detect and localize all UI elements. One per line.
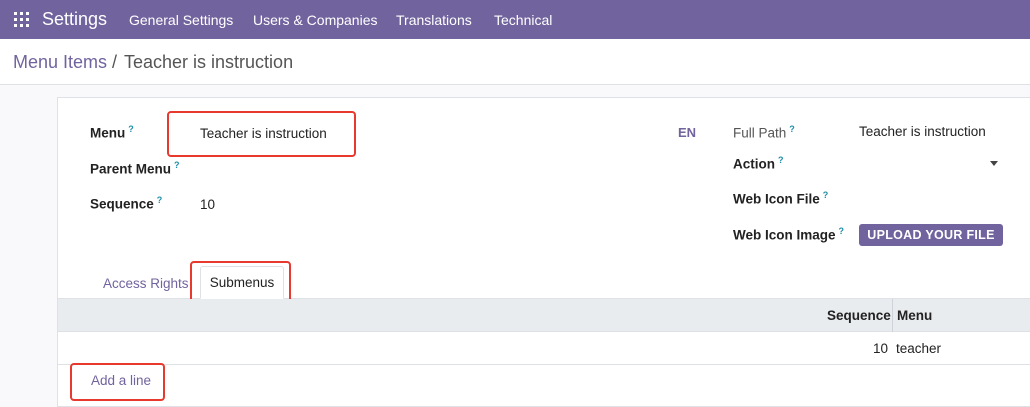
sequence-label: Sequence? [90, 195, 163, 212]
help-icon[interactable]: ? [839, 226, 845, 236]
upload-file-button[interactable]: UPLOAD YOUR FILE [859, 224, 1003, 246]
action-field[interactable] [859, 155, 984, 173]
menu-users-companies[interactable]: Users & Companies [253, 12, 378, 28]
apps-grid-icon[interactable] [14, 12, 29, 27]
sequence-field[interactable]: 10 [200, 197, 215, 212]
parent-menu-field[interactable] [200, 160, 500, 178]
menu-general-settings[interactable]: General Settings [129, 12, 233, 28]
help-icon[interactable]: ? [128, 124, 134, 134]
parent-menu-label: Parent Menu? [90, 160, 180, 177]
breadcrumb-current: Teacher is instruction [124, 52, 294, 72]
chevron-down-icon[interactable] [990, 161, 998, 166]
action-label: Action? [733, 155, 784, 172]
menu-technical[interactable]: Technical [494, 12, 552, 28]
menu-translations[interactable]: Translations [396, 12, 472, 28]
web-icon-file-label: Web Icon File? [733, 190, 829, 207]
column-header-sequence[interactable]: Sequence [827, 308, 891, 323]
top-navbar: Settings General Settings Users & Compan… [0, 0, 1030, 39]
language-badge[interactable]: EN [678, 125, 696, 140]
row-menu-cell[interactable]: teacher [896, 341, 941, 356]
help-icon[interactable]: ? [157, 195, 163, 205]
breadcrumb-parent-link[interactable]: Menu Items [13, 52, 107, 73]
web-icon-image-label: Web Icon Image? [733, 226, 845, 243]
menu-name-field[interactable]: Teacher is instruction [200, 126, 327, 141]
column-header-menu[interactable]: Menu [897, 308, 932, 323]
full-path-value: Teacher is instruction [859, 124, 986, 139]
app-title[interactable]: Settings [42, 9, 107, 30]
menu-field-label: Menu? [90, 124, 134, 141]
column-divider[interactable] [892, 299, 893, 332]
help-icon[interactable]: ? [789, 124, 795, 134]
help-icon[interactable]: ? [823, 190, 829, 200]
tab-access-rights[interactable]: Access Rights [103, 276, 189, 291]
full-path-label: Full Path? [733, 124, 795, 141]
help-icon[interactable]: ? [778, 155, 784, 165]
breadcrumb-separator: / [112, 52, 118, 72]
add-line-highlight [70, 363, 165, 401]
row-sequence-cell[interactable]: 10 [873, 341, 888, 356]
help-icon[interactable]: ? [174, 160, 180, 170]
